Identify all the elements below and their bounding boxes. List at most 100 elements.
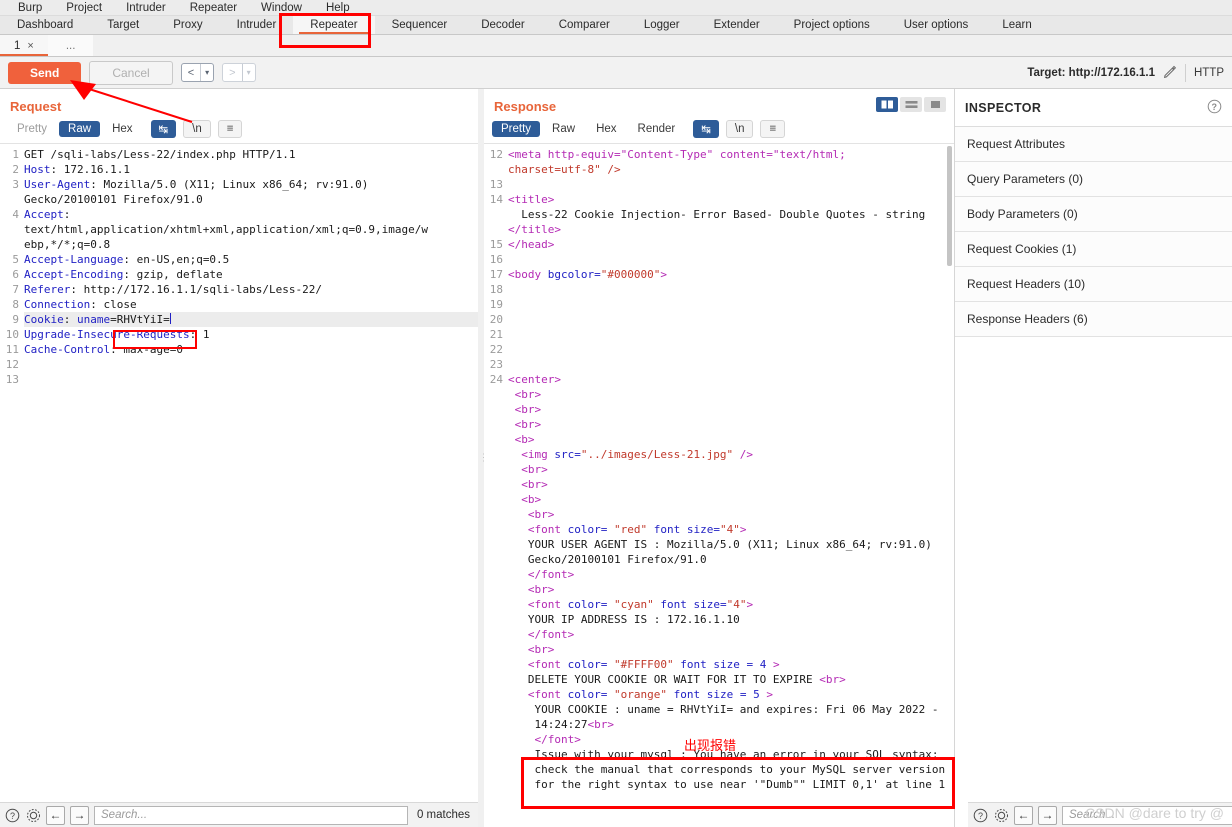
code-line[interactable]: <center> [508, 372, 954, 387]
code-line[interactable]: <font color= "#FFFF00" font size = 4 > [508, 657, 954, 672]
http-version-label[interactable]: HTTP [1194, 67, 1224, 79]
code-line[interactable]: <b> [508, 492, 954, 507]
request-newline-button[interactable]: \n [183, 120, 211, 138]
code-line[interactable]: YOUR COOKIE : uname = RHVtYiI= and expir… [508, 702, 954, 717]
tab-extender[interactable]: Extender [697, 16, 777, 34]
search-prev-button[interactable]: ← [46, 806, 65, 825]
split-horizontal-icon[interactable] [900, 97, 922, 112]
repeater-tab-1[interactable]: 1 × [0, 35, 48, 56]
search-prev-button[interactable]: ← [1014, 806, 1033, 825]
code-line[interactable]: <img src="../images/Less-21.jpg" /> [508, 447, 954, 462]
repeater-tab-more[interactable]: ... [48, 35, 94, 56]
response-wrap-toggle-icon[interactable]: ↹ [693, 120, 719, 138]
tab-target[interactable]: Target [90, 16, 156, 34]
code-line[interactable] [24, 357, 478, 372]
response-tab-render[interactable]: Render [629, 121, 685, 137]
code-line[interactable]: charset=utf-8" /> [508, 162, 954, 177]
tab-logger[interactable]: Logger [627, 16, 697, 34]
gear-icon[interactable] [25, 807, 41, 823]
code-line[interactable]: <b> [508, 432, 954, 447]
help-icon[interactable]: ? [972, 807, 988, 823]
help-icon[interactable]: ? [1207, 99, 1222, 117]
inspector-row-query-parameters[interactable]: Query Parameters (0) [955, 162, 1232, 197]
code-line[interactable] [508, 282, 954, 297]
code-line[interactable]: <body bgcolor="#000000"> [508, 267, 954, 282]
code-line[interactable]: Accept-Encoding: gzip, deflate [24, 267, 478, 282]
code-line[interactable]: check the manual that corresponds to you… [508, 762, 954, 777]
code-line[interactable]: </head> [508, 237, 954, 252]
code-line[interactable]: <br> [508, 477, 954, 492]
request-editor[interactable]: 12345678910111213 GET /sqli-labs/Less-22… [0, 143, 478, 827]
code-line[interactable]: YOUR USER AGENT IS : Mozilla/5.0 (X11; L… [508, 537, 954, 552]
code-line[interactable] [508, 252, 954, 267]
menu-item-project[interactable]: Project [54, 2, 114, 14]
response-newline-button[interactable]: \n [726, 120, 754, 138]
code-line[interactable]: <br> [508, 582, 954, 597]
code-line[interactable] [508, 357, 954, 372]
code-line[interactable]: <title> [508, 192, 954, 207]
tab-project-options[interactable]: Project options [777, 16, 887, 34]
code-line[interactable] [508, 342, 954, 357]
code-line[interactable]: Accept: [24, 207, 478, 222]
code-line[interactable] [508, 297, 954, 312]
inspector-row-request-headers[interactable]: Request Headers (10) [955, 267, 1232, 302]
menu-item-repeater[interactable]: Repeater [178, 2, 249, 14]
back-nav-button[interactable]: < ▾ [181, 63, 214, 82]
code-line[interactable]: Cache-Control: max-age=0 [24, 342, 478, 357]
code-line[interactable]: <font color= "red" font size="4"> [508, 522, 954, 537]
code-line[interactable]: <br> [508, 507, 954, 522]
response-editor[interactable]: 12131415161718192021222324 <meta http-eq… [484, 143, 954, 827]
request-tab-pretty[interactable]: Pretty [8, 121, 56, 137]
request-code[interactable]: GET /sqli-labs/Less-22/index.php HTTP/1.… [24, 144, 478, 827]
code-line[interactable]: <meta http-equiv="Content-Type" content=… [508, 147, 954, 162]
code-line[interactable]: <br> [508, 417, 954, 432]
tab-decoder[interactable]: Decoder [464, 16, 541, 34]
code-line[interactable]: YOUR IP ADDRESS IS : 172.16.1.10 [508, 612, 954, 627]
single-pane-icon[interactable] [924, 97, 946, 112]
code-line[interactable]: </title> [508, 222, 954, 237]
code-line[interactable]: <br> [508, 462, 954, 477]
code-line[interactable]: </font> [508, 627, 954, 642]
send-button[interactable]: Send [8, 62, 81, 84]
code-line[interactable]: Connection: close [24, 297, 478, 312]
tab-repeater[interactable]: Repeater [293, 16, 374, 34]
pencil-icon[interactable] [1163, 64, 1177, 81]
menu-item-help[interactable]: Help [314, 2, 362, 14]
chevron-down-icon[interactable]: ▾ [243, 68, 255, 77]
code-line[interactable]: Less-22 Cookie Injection- Error Based- D… [508, 207, 954, 222]
code-line[interactable] [24, 372, 478, 387]
inspector-row-response-headers[interactable]: Response Headers (6) [955, 302, 1232, 337]
close-icon[interactable]: × [27, 40, 33, 52]
code-line[interactable]: <br> [508, 642, 954, 657]
menu-item-window[interactable]: Window [249, 2, 314, 14]
help-icon[interactable]: ? [4, 807, 20, 823]
tab-learn[interactable]: Learn [985, 16, 1048, 34]
request-search-input[interactable]: Search... [94, 806, 408, 825]
code-line[interactable]: Host: 172.16.1.1 [24, 162, 478, 177]
tab-dashboard[interactable]: Dashboard [0, 16, 90, 34]
inspector-row-request-attributes[interactable]: Request Attributes [955, 127, 1232, 162]
code-line[interactable] [508, 327, 954, 342]
tab-sequencer[interactable]: Sequencer [375, 16, 465, 34]
request-menu-icon[interactable]: ≡ [218, 120, 243, 138]
gear-icon[interactable] [993, 807, 1009, 823]
code-line[interactable]: </font> [508, 567, 954, 582]
tab-comparer[interactable]: Comparer [542, 16, 627, 34]
code-line[interactable]: Accept-Language: en-US,en;q=0.5 [24, 252, 478, 267]
request-tab-raw[interactable]: Raw [59, 121, 100, 137]
code-line[interactable]: <font color= "orange" font size = 5 > [508, 687, 954, 702]
search-next-button[interactable]: → [1038, 806, 1057, 825]
tab-intruder[interactable]: Intruder [220, 16, 294, 34]
code-line[interactable]: for the right syntax to use near '"Dumb"… [508, 777, 954, 792]
code-line[interactable]: Referer: http://172.16.1.1/sqli-labs/Les… [24, 282, 478, 297]
forward-nav-button[interactable]: > ▾ [222, 63, 255, 82]
tab-proxy[interactable]: Proxy [156, 16, 219, 34]
inspector-row-body-parameters[interactable]: Body Parameters (0) [955, 197, 1232, 232]
code-line[interactable]: Gecko/20100101 Firefox/91.0 [24, 192, 478, 207]
code-line[interactable] [508, 312, 954, 327]
request-wrap-toggle-icon[interactable]: ↹ [151, 120, 177, 138]
code-line[interactable]: DELETE YOUR COOKIE OR WAIT FOR IT TO EXP… [508, 672, 954, 687]
inspector-row-request-cookies[interactable]: Request Cookies (1) [955, 232, 1232, 267]
code-line[interactable]: User-Agent: Mozilla/5.0 (X11; Linux x86_… [24, 177, 478, 192]
code-line[interactable]: Upgrade-Insecure-Requests: 1 [24, 327, 478, 342]
